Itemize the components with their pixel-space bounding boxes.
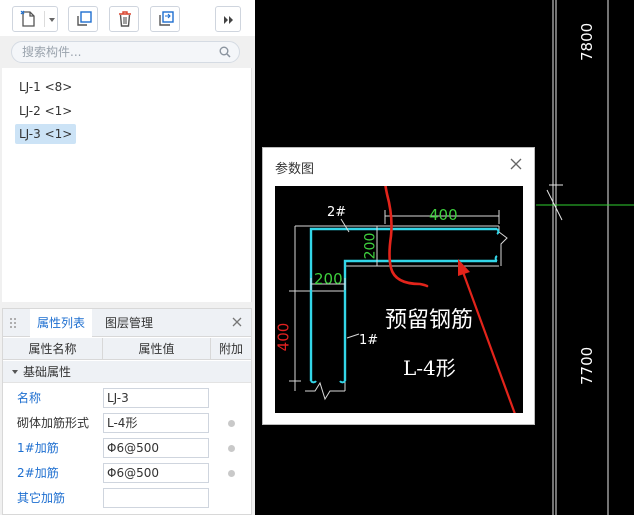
dimension-200-horizontal: 200 <box>314 270 343 288</box>
property-group-basic[interactable]: 基础属性 <box>3 361 251 383</box>
property-label: 2#加筋 <box>17 466 59 480</box>
rebar-label-2: 2# <box>327 205 347 220</box>
property-value-field[interactable]: Φ6@500 <box>103 438 209 458</box>
column-header-name: 属性名称 <box>3 338 103 360</box>
copy-to-floor-button[interactable] <box>150 6 180 32</box>
close-icon[interactable] <box>510 158 522 170</box>
table-row: 1#加筋 Φ6@500 <box>3 436 251 461</box>
drag-grip-icon[interactable] <box>9 317 17 329</box>
delete-button[interactable] <box>109 6 139 32</box>
dimension-400-top: 400 <box>429 206 458 224</box>
close-icon[interactable] <box>231 316 243 328</box>
dimension-label-bottom: 7700 <box>578 346 596 385</box>
annotation-l4-shape: L-4形 <box>403 356 456 380</box>
list-item[interactable]: LJ-2 <1> <box>15 101 76 121</box>
rebar-label-1: 1# <box>359 333 379 348</box>
new-component-icon <box>20 10 35 27</box>
list-item[interactable]: LJ-1 <8> <box>15 77 76 97</box>
parameter-diagram-dialog: 参数图 2# 1# 400 200 200 400 预留钢筋 L-4形 <box>262 147 535 425</box>
copy-button[interactable] <box>68 6 98 32</box>
dialog-title: 参数图 <box>275 162 315 177</box>
table-row: 其它加筋 <box>3 486 251 511</box>
property-value-field[interactable]: L-4形 <box>103 413 209 433</box>
collapse-arrow-icon[interactable] <box>11 369 19 375</box>
copy-icon <box>77 11 92 26</box>
property-panel: 属性列表 图层管理 属性名称 属性值 附加 基础属性 名称 LJ-3 砌体加筋形… <box>2 308 252 515</box>
component-toolbar <box>0 0 255 36</box>
property-value-field[interactable] <box>103 488 209 508</box>
component-list: LJ-1 <8> LJ-2 <1> LJ-3 <1> <box>2 68 252 302</box>
tab-property-list[interactable]: 属性列表 <box>30 309 93 337</box>
extra-indicator[interactable] <box>228 420 235 427</box>
diagram-canvas: 2# 1# 400 200 200 400 预留钢筋 L-4形 <box>274 186 523 413</box>
property-tabs: 属性列表 图层管理 <box>3 309 251 337</box>
dimension-label-top: 7800 <box>578 22 596 61</box>
more-button[interactable] <box>215 6 241 32</box>
column-header-extra: 附加 <box>218 342 243 356</box>
tab-layer-management[interactable]: 图层管理 <box>98 309 160 337</box>
chevron-down-icon[interactable] <box>48 16 56 24</box>
search-input[interactable] <box>22 44 212 60</box>
column-header-value: 属性值 <box>103 338 211 360</box>
new-component-button[interactable] <box>12 6 58 32</box>
property-label: 名称 <box>17 391 42 405</box>
double-chevron-right-icon <box>224 16 233 24</box>
left-panel: LJ-1 <8> LJ-2 <1> LJ-3 <1> 属性列表 图层管理 属性名… <box>0 0 255 515</box>
table-row: 砌体加筋形式 L-4形 <box>3 411 251 436</box>
property-table-header: 属性名称 属性值 附加 <box>3 338 251 360</box>
property-label: 砌体加筋形式 <box>17 416 90 430</box>
property-label: 1#加筋 <box>17 441 59 455</box>
annotation-reserved-rebar: 预留钢筋 <box>385 308 474 333</box>
property-value-field[interactable]: LJ-3 <box>103 388 209 408</box>
extra-indicator[interactable] <box>228 445 235 452</box>
dimension-400-left: 400 <box>274 322 293 352</box>
property-label: 其它加筋 <box>17 491 66 505</box>
search-box <box>11 41 240 63</box>
search-icon[interactable] <box>219 46 231 58</box>
copy-to-floor-icon <box>159 11 174 26</box>
delete-icon <box>119 11 131 27</box>
table-row: 2#加筋 Φ6@500 <box>3 461 251 486</box>
rebar-diagram <box>289 186 516 413</box>
extra-indicator[interactable] <box>228 470 235 477</box>
property-value-field[interactable]: Φ6@500 <box>103 463 209 483</box>
group-label: 基础属性 <box>23 365 72 379</box>
list-item-selected[interactable]: LJ-3 <1> <box>15 124 77 144</box>
dimension-200-vertical: 200 <box>362 232 379 260</box>
table-row: 名称 LJ-3 <box>3 386 251 411</box>
